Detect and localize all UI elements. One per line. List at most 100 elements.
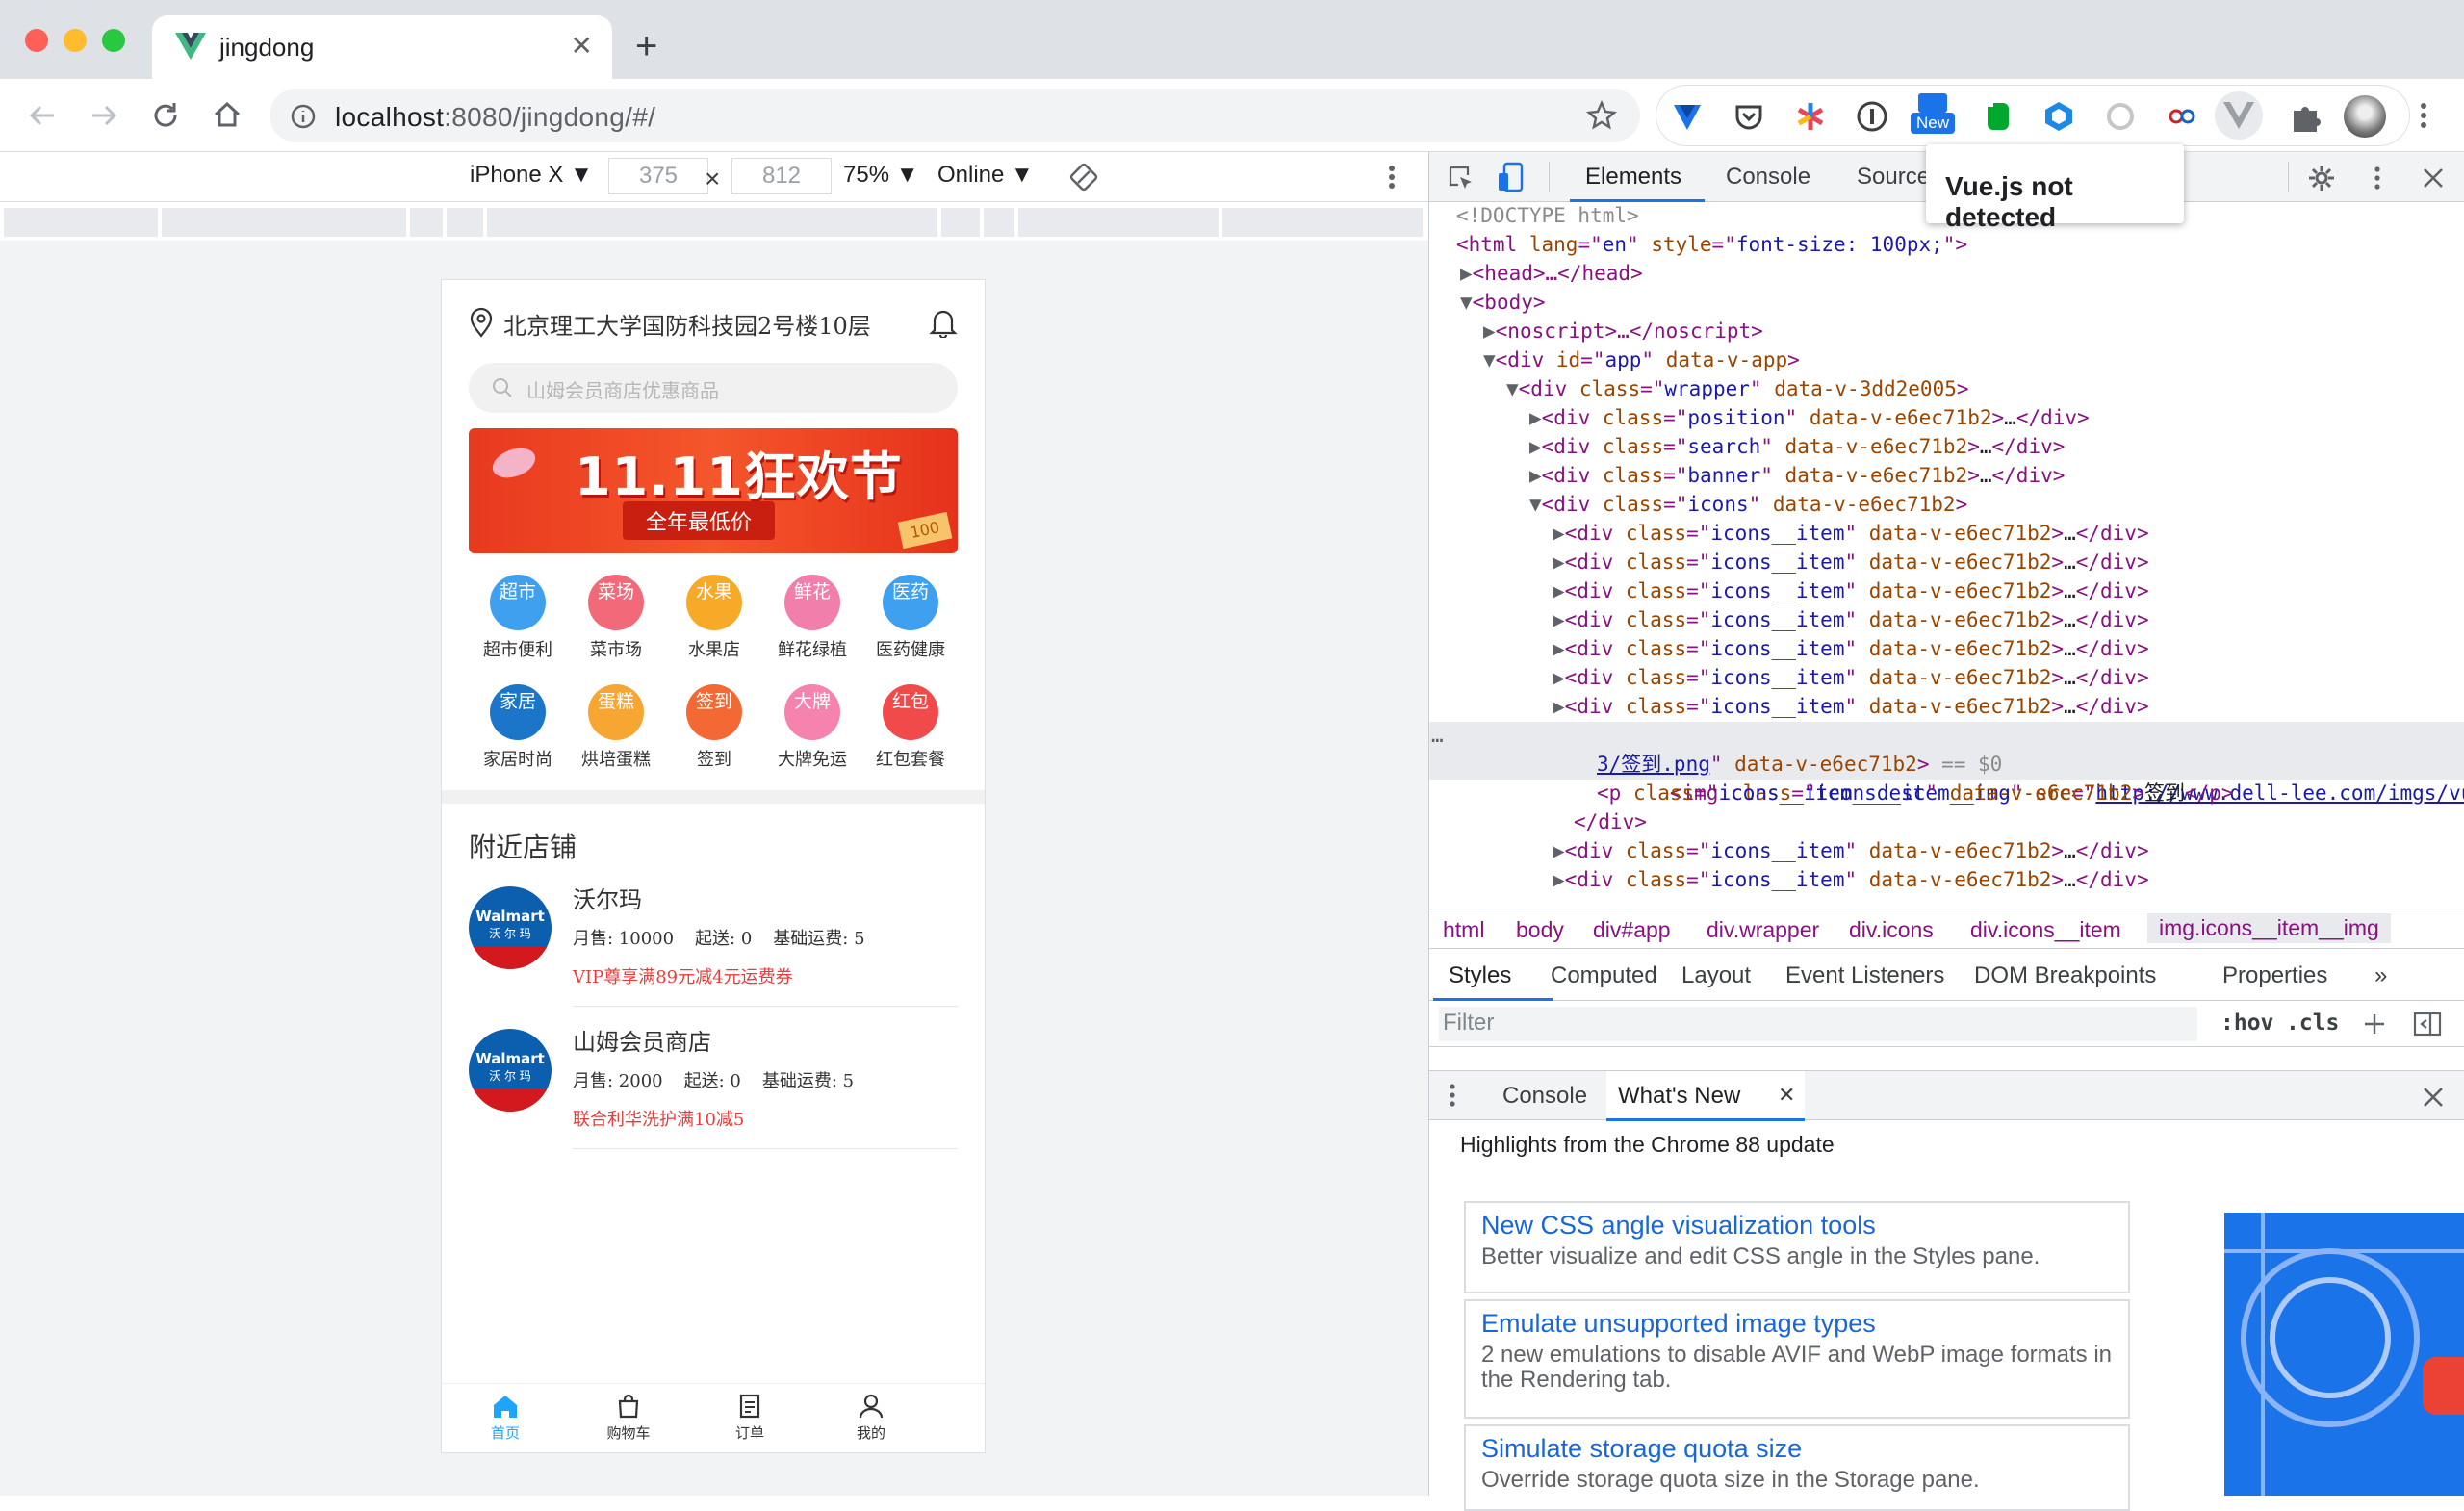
styles-subtab[interactable]: Layout: [1681, 962, 1751, 989]
settings-gear-icon[interactable]: [2307, 164, 2336, 192]
media-query-bar[interactable]: [487, 208, 939, 237]
category-icon-item[interactable]: 蛋糕 烘培蛋糕: [567, 684, 665, 771]
dock-home[interactable]: 首页: [457, 1394, 553, 1443]
search-input[interactable]: 山姆会员商店优惠商品: [469, 363, 958, 413]
device-width-input[interactable]: 375: [608, 158, 708, 194]
breadcrumb-item[interactable]: div.wrapper: [1707, 917, 1819, 943]
device-select[interactable]: iPhone X ▼: [470, 162, 593, 189]
dom-line-icons[interactable]: ▼<div class="icons" data-v-e6ec71b2>: [1429, 491, 2464, 520]
media-query-bar[interactable]: [410, 208, 445, 237]
forward-icon[interactable]: [87, 98, 121, 133]
device-toolbar-more-icon[interactable]: [1376, 162, 1407, 192]
drawer-tab-whats-new[interactable]: What's New ✕: [1606, 1071, 1805, 1121]
close-drawer-icon[interactable]: [2421, 1085, 2446, 1110]
close-tab-icon[interactable]: ✕: [571, 33, 593, 60]
puzzle-extensions-icon[interactable]: [2288, 99, 2323, 134]
dom-line-icon-item[interactable]: ▶<div class="icons__item" data-v-e6ec71b…: [1429, 866, 2464, 895]
breadcrumb-item[interactable]: img.icons__item__img: [2147, 913, 2391, 943]
back-icon[interactable]: [25, 98, 60, 133]
category-icon-item[interactable]: 超市 超市便利: [469, 575, 567, 661]
reload-icon[interactable]: [148, 98, 183, 133]
cube-extension-icon[interactable]: [2041, 99, 2076, 134]
category-icon-item[interactable]: 医药 医药健康: [861, 575, 960, 661]
new-tab-button[interactable]: +: [635, 27, 657, 65]
minimize-window-button[interactable]: [64, 29, 87, 52]
maximize-window-button[interactable]: [102, 29, 125, 52]
browser-menu-icon[interactable]: [2406, 98, 2441, 133]
whats-new-card[interactable]: Emulate unsupported image types 2 new em…: [1464, 1299, 2130, 1419]
vue-devtools-extension-button[interactable]: [2215, 91, 2263, 140]
asterisk-extension-icon[interactable]: [1793, 99, 1828, 134]
category-icon-item[interactable]: 菜场 菜市场: [567, 575, 665, 661]
dock-orders[interactable]: 订单: [702, 1394, 798, 1443]
tab-console[interactable]: Console: [1726, 164, 1810, 191]
bookmark-star-icon[interactable]: [1586, 100, 1617, 131]
media-query-bar[interactable]: [984, 208, 1016, 237]
gear-extension-icon[interactable]: [2103, 99, 2138, 134]
media-query-bar[interactable]: [1222, 208, 1424, 237]
address-bar[interactable]: localhost:8080/jingdong/#/: [270, 89, 1640, 142]
cls-toggle[interactable]: .cls: [2286, 1011, 2339, 1036]
browser-tab[interactable]: jingdong ✕: [152, 15, 612, 79]
dom-line-banner[interactable]: ▶<div class="banner" data-v-e6ec71b2>…</…: [1429, 462, 2464, 491]
dock-profile[interactable]: 我的: [823, 1394, 919, 1443]
styles-subtab[interactable]: Styles: [1449, 962, 1511, 989]
dock-cart[interactable]: 购物车: [580, 1394, 677, 1443]
extension-vue-icon[interactable]: [1670, 99, 1705, 134]
zoom-select[interactable]: 75% ▼: [843, 162, 918, 189]
dom-line-icon-item[interactable]: ▶<div class="icons__item" data-v-e6ec71b…: [1429, 520, 2464, 549]
dom-line-icon-item[interactable]: ▶<div class="icons__item" data-v-e6ec71b…: [1429, 693, 2464, 722]
new-extension-icon[interactable]: New: [1911, 93, 1955, 136]
toggle-sidebar-icon[interactable]: [2413, 1011, 2442, 1037]
promo-banner[interactable]: 11.11狂欢节 全年最低价 100: [469, 428, 958, 553]
device-height-input[interactable]: 812: [732, 158, 832, 194]
close-devtools-icon[interactable]: [2421, 166, 2446, 191]
category-icon-item[interactable]: 大牌 大牌免运: [763, 684, 861, 771]
media-query-bar[interactable]: [447, 208, 485, 237]
site-info-icon[interactable]: [291, 104, 316, 129]
whats-new-card[interactable]: New CSS angle visualization tools Better…: [1464, 1201, 2130, 1293]
styles-filter-input[interactable]: Filter: [1439, 1007, 2197, 1041]
dom-line-body[interactable]: ▼<body>: [1429, 289, 2464, 318]
media-query-bar[interactable]: [941, 208, 982, 237]
category-icon-item[interactable]: 家居 家居时尚: [469, 684, 567, 771]
breadcrumb-item[interactable]: html: [1443, 917, 1484, 943]
category-icon-item[interactable]: 红包 红包套餐: [861, 684, 960, 771]
profile-avatar[interactable]: [2344, 95, 2386, 138]
close-whats-new-icon[interactable]: ✕: [1778, 1083, 1795, 1108]
password-manager-icon[interactable]: [1855, 99, 1889, 134]
breadcrumb-item[interactable]: div.icons: [1849, 917, 1934, 943]
dom-line-icon-item[interactable]: ▶<div class="icons__item" data-v-e6ec71b…: [1429, 635, 2464, 664]
styles-subtab[interactable]: »: [2374, 962, 2387, 989]
dom-line-icon-item[interactable]: ▶<div class="icons__item" data-v-e6ec71b…: [1429, 577, 2464, 606]
media-query-bar[interactable]: [1018, 208, 1220, 237]
new-style-rule-icon[interactable]: [2361, 1011, 2388, 1037]
category-icon-item[interactable]: 水果 水果店: [665, 575, 763, 661]
bell-icon[interactable]: [929, 307, 958, 338]
media-query-bar[interactable]: [4, 208, 160, 237]
evernote-icon[interactable]: [1980, 99, 2015, 134]
pocket-icon[interactable]: [1732, 99, 1766, 134]
rotate-icon[interactable]: [1068, 162, 1099, 192]
device-toggle-icon[interactable]: [1497, 162, 1527, 194]
dom-line-noscript[interactable]: ▶<noscript>…</noscript>: [1429, 318, 2464, 346]
location-text[interactable]: 北京理工大学国防科技园2号楼10层: [503, 307, 871, 341]
devtools-menu-icon[interactable]: [2363, 164, 2392, 192]
drawer-menu-icon[interactable]: [1443, 1081, 1462, 1110]
drawer-tab-console[interactable]: Console: [1502, 1083, 1587, 1110]
dom-line-p[interactable]: <p class="icons__item__desc" data-v-e6ec…: [1429, 780, 2464, 808]
network-throttle-select[interactable]: Online ▼: [937, 162, 1034, 189]
breadcrumb-item[interactable]: div.icons__item: [1970, 917, 2121, 943]
dom-line-html[interactable]: <html lang="en" style="font-size: 100px;…: [1429, 231, 2464, 260]
shop-item[interactable]: Walmart 沃 尔 玛 沃尔玛 月售: 10000 起送: 0 基础运费: 5 …: [469, 881, 958, 1023]
styles-subtab[interactable]: Properties: [2222, 962, 2327, 989]
dom-line-search[interactable]: ▶<div class="search" data-v-e6ec71b2>…</…: [1429, 433, 2464, 462]
styles-subtab[interactable]: Computed: [1551, 962, 1657, 989]
breadcrumb-item[interactable]: div#app: [1593, 917, 1671, 943]
home-icon[interactable]: [210, 98, 244, 133]
hov-toggle[interactable]: :hov: [2220, 1011, 2273, 1036]
shop-item[interactable]: Walmart 沃 尔 玛 山姆会员商店 月售: 2000 起送: 0 基础运费: …: [469, 1023, 958, 1165]
inspect-element-icon[interactable]: [1447, 164, 1476, 192]
dom-line-icon-item[interactable]: ▶<div class="icons__item" data-v-e6ec71b…: [1429, 837, 2464, 866]
dom-line-wrapper[interactable]: ▼<div class="wrapper" data-v-3dd2e005>: [1429, 375, 2464, 404]
